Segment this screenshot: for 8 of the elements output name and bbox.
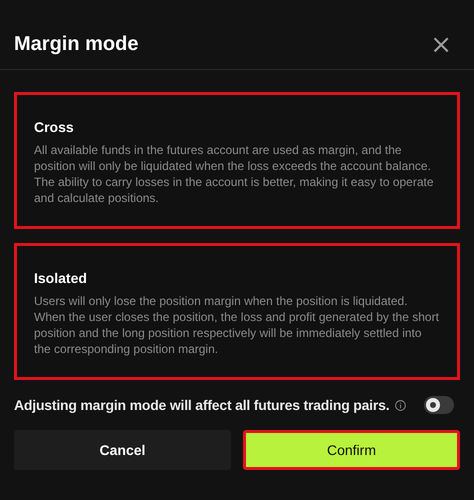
option-title: Cross: [34, 119, 75, 135]
option-title: Isolated: [34, 270, 88, 286]
cancel-button[interactable]: Cancel: [14, 430, 231, 470]
confirm-button[interactable]: Confirm: [243, 430, 460, 470]
dialog-title: Margin mode: [14, 33, 138, 56]
notice-text: Adjusting margin mode will affect all futures trading pairs.: [14, 397, 390, 413]
option-description: All available funds in the futures account are used as margin, and the position will only be liquidated when the loss exceeds the account balance. The ability to carry losses in the account is better, making it easy to operate and calculate positions.: [34, 142, 435, 206]
option-description: Users will only lose the position margin when the position is liquidated. When the user closes the position, the loss and profit generated by the short position and the long position respectively will be immediately settled into the corresponding position margin.: [34, 293, 440, 357]
